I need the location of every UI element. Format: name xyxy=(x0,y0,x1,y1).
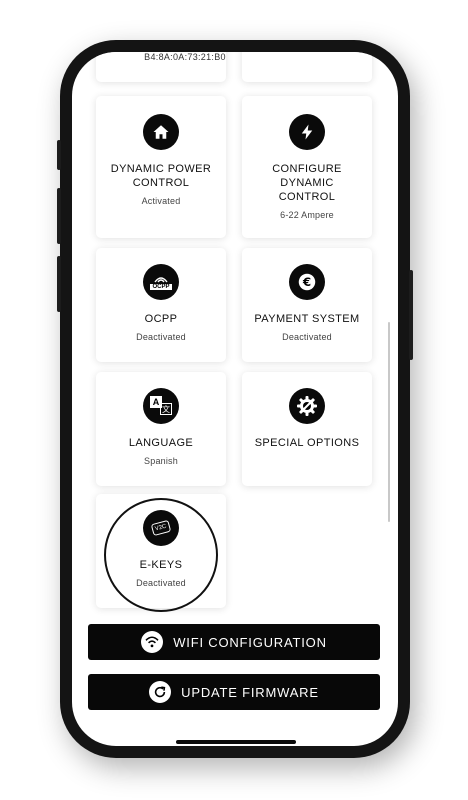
card-title: OCPP xyxy=(144,313,178,325)
card-title: SPECIAL OPTIONS xyxy=(254,437,360,449)
phone-side-button-low xyxy=(57,256,61,312)
translate-icon: A 文 xyxy=(143,388,179,424)
card-title: CONFIGURE DYNAMIC CONTROL xyxy=(272,163,342,203)
card-status: Activated xyxy=(141,196,181,206)
home-indicator[interactable] xyxy=(176,740,296,744)
card-dynamic-power-control[interactable]: DYNAMIC POWER CONTROL Activated xyxy=(96,96,226,238)
card-status: Spanish xyxy=(144,456,178,466)
card-special-options[interactable]: SPECIAL OPTIONS xyxy=(242,372,372,486)
update-firmware-button[interactable]: UPDATE FIRMWARE xyxy=(88,674,380,710)
lightning-icon xyxy=(289,114,325,150)
card-language[interactable]: A 文 LANGUAGE Spanish xyxy=(96,372,226,486)
card-configure-dynamic-control[interactable]: CONFIGURE DYNAMIC CONTROL 6-22 Ampere xyxy=(242,96,372,238)
mac-address: B4:8A:0A:73:21:B0 xyxy=(144,52,226,62)
card-device-info[interactable]: B4:8A:0A:73:21:B0 xyxy=(96,52,226,82)
card-status: Deactivated xyxy=(136,332,186,342)
phone-power-button xyxy=(409,270,413,360)
card-top-right[interactable] xyxy=(242,52,372,82)
wifi-configuration-button[interactable]: WIFI CONFIGURATION xyxy=(88,624,380,660)
card-status: Deactivated xyxy=(282,332,332,342)
phone-side-button-mid xyxy=(57,188,61,244)
translate-glyph-b: 文 xyxy=(160,403,172,415)
card-title: DYNAMIC POWER CONTROL xyxy=(110,163,212,189)
phone-side-button-top xyxy=(57,140,61,170)
card-status: 6-22 Ampere xyxy=(280,210,334,220)
update-firmware-label: UPDATE FIRMWARE xyxy=(181,684,319,700)
card-title: PAYMENT SYSTEM xyxy=(254,313,360,325)
card-payment-system[interactable]: € PAYMENT SYSTEM Deactivated xyxy=(242,248,372,362)
refresh-icon xyxy=(149,681,172,703)
ocpp-icon: OCPP xyxy=(143,264,179,300)
scrollbar[interactable] xyxy=(388,322,390,522)
highlight-ring xyxy=(104,498,218,612)
gear-wrench-icon xyxy=(289,388,325,424)
ocpp-icon-label: OCPP xyxy=(150,283,172,290)
home-icon xyxy=(143,114,179,150)
wifi-configuration-label: WIFI CONFIGURATION xyxy=(173,634,327,650)
card-title: LANGUAGE xyxy=(128,437,194,449)
card-ocpp[interactable]: OCPP OCPP Deactivated xyxy=(96,248,226,362)
app-screen: B4:8A:0A:73:21:B0 DYNAMIC POWER CONTROL … xyxy=(72,52,398,746)
wifi-icon xyxy=(141,631,164,653)
svg-text:€: € xyxy=(302,275,311,289)
euro-icon: € xyxy=(289,264,325,300)
